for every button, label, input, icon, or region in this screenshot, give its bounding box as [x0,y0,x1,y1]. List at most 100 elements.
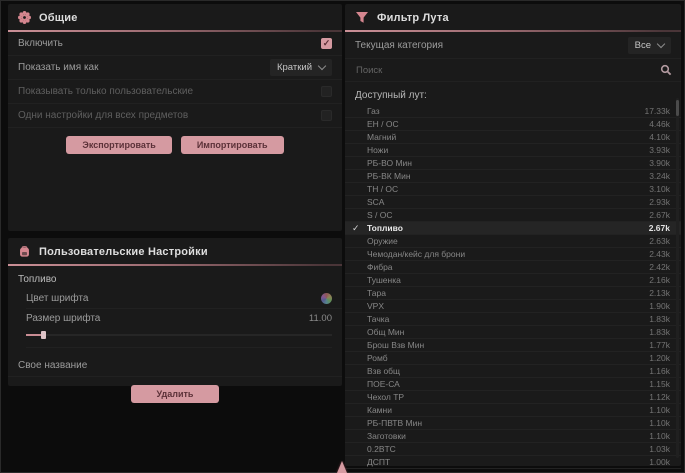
loot-item-name: Топливо [367,223,403,233]
loot-item-count: 1.10k [649,418,670,428]
loot-item-row[interactable]: ✓ Брош Взв Мин 1.77k [345,339,681,352]
export-button[interactable]: Экспортировать [66,136,171,154]
custom-name-input[interactable] [97,359,332,372]
loot-list: ✓ Газ 17.33k ✓ ЕН / ОС 4.46k ✓ Магний 4.… [345,105,681,469]
loot-item-count: 4.46k [649,119,670,129]
loot-item-count: 1.10k [649,431,670,441]
loot-item-row[interactable]: ✓ Тара 2.13k [345,287,681,300]
scrollbar-handle[interactable] [676,100,679,116]
font-color-row: Цвет шрифта [26,289,342,309]
delete-button[interactable]: Удалить [131,385,220,403]
check-icon: ✓ [352,222,360,234]
loot-item-row[interactable]: ✓ РБ-ВК Мин 3.24k [345,170,681,183]
loot-item-row[interactable]: ✓ ТН / ОС 3.10k [345,183,681,196]
loot-item-row[interactable]: ✓ Оружие 2.63k [345,235,681,248]
loot-item-name: Ромб [367,353,388,363]
funnel-icon [355,11,369,24]
loot-item-name: Заготовки [367,431,406,441]
backpack-icon [18,245,31,258]
loot-item-count: 1.83k [649,314,670,324]
loot-item-row[interactable]: ✓ ПОЕ-СА 1.15k [345,378,681,391]
search-input[interactable] [354,64,660,77]
loot-item-name: РБ-ВО Мин [367,158,412,168]
loot-item-count: 2.63k [649,236,670,246]
loot-item-name: Тушенка [367,275,401,285]
selected-item-label: Топливо [8,266,342,289]
loot-item-row[interactable]: ✓ Ножи 3.93k [345,144,681,157]
loot-item-count: 2.67k [649,210,670,220]
loot-item-count: 2.13k [649,288,670,298]
loot-item-row[interactable]: ✓ РБ-ВО Мин 3.90k [345,157,681,170]
loot-scrollbar[interactable] [676,98,679,458]
loot-item-name: ТН / ОС [367,184,398,194]
available-loot-label: Доступный лут: [345,82,681,105]
chevron-down-icon [657,39,665,47]
loot-item-row[interactable]: ✓ Чемодан/кейс для брони 2.43k [345,248,681,261]
loot-item-name: Оружие [367,236,398,246]
search-row [345,58,681,82]
import-button[interactable]: Импортировать [181,136,284,154]
same-for-all-checkbox[interactable] [321,110,332,121]
loot-item-count: 4.10k [649,132,670,142]
loot-item-name: Тара [367,288,386,298]
loot-item-count: 3.90k [649,158,670,168]
loot-item-count: 1.77k [649,340,670,350]
delete-row: Удалить [8,377,342,403]
general-panel: Общие Включить ✓ Показать имя как Кратки… [8,4,342,231]
loot-item-row[interactable]: ✓ Заготовки 1.10k [345,430,681,443]
loot-item-row[interactable]: ✓ VPX 1.90k [345,300,681,313]
slider-handle[interactable] [41,331,46,339]
loot-item-name: Взв общ [367,366,400,376]
loot-filter-panel: Фильтр Лута Текущая категория Все Доступ… [345,4,681,466]
custom-name-label: Свое название [18,360,87,371]
loot-item-row[interactable]: ✓ Топливо 2.67k [345,222,681,235]
display-name-row: Показать имя как Краткий [8,56,342,80]
loot-item-row[interactable]: ✓ Магний 4.10k [345,131,681,144]
color-picker-icon[interactable] [321,293,332,304]
category-value: Все [635,40,651,51]
loot-item-count: 17.33k [644,106,670,116]
loot-item-row[interactable]: ✓ РБ-ПВТВ Мин 1.10k [345,417,681,430]
loot-item-row[interactable]: ✓ Камни 1.10k [345,404,681,417]
loot-item-row[interactable]: ✓ Газ 17.33k [345,105,681,118]
loot-item-count: 1.90k [649,301,670,311]
loot-item-row[interactable]: ✓ Общ Мин 1.83k [345,326,681,339]
display-name-dropdown[interactable]: Краткий [270,59,332,76]
loot-item-count: 1.10k [649,405,670,415]
enable-checkbox[interactable]: ✓ [321,38,332,49]
category-dropdown[interactable]: Все [628,37,671,54]
loot-item-row[interactable]: ✓ SCA 2.93k [345,196,681,209]
loot-item-count: 1.03k [649,444,670,454]
loot-item-name: SCA [367,197,384,207]
custom-name-row: Свое название [8,354,342,377]
loot-item-row[interactable]: ✓ 0.2BTC 1.03k [345,443,681,456]
loot-item-row[interactable]: ✓ ДСПТ 1.00k [345,456,681,469]
only-custom-checkbox[interactable] [321,86,332,97]
loot-item-name: ДСПТ [367,457,390,467]
font-size-row: Размер шрифта 11.00 [26,309,342,328]
loot-item-row[interactable]: ✓ Тачка 1.83k [345,313,681,326]
loot-item-name: 0.2BTC [367,444,396,454]
display-name-value: Краткий [277,62,312,73]
search-icon[interactable] [660,64,672,76]
loot-item-row[interactable]: ✓ Тушенка 2.16k [345,274,681,287]
general-panel-header: Общие [8,4,342,30]
loot-item-row[interactable]: ✓ S / ОС 2.67k [345,209,681,222]
loot-item-name: Чемодан/кейс для брони [367,249,465,259]
loot-item-row[interactable]: ✓ Чехол ТР 1.12k [345,391,681,404]
loot-item-count: 3.93k [649,145,670,155]
loot-item-row[interactable]: ✓ ЕН / ОС 4.46k [345,118,681,131]
loot-item-count: 1.12k [649,392,670,402]
loot-item-name: VPX [367,301,384,311]
loot-panel-title: Фильтр Лута [377,12,449,24]
loot-item-count: 2.43k [649,249,670,259]
font-size-slider[interactable] [26,331,332,348]
loot-item-row[interactable]: ✓ Ромб 1.20k [345,352,681,365]
same-for-all-label: Одни настройки для всех предметов [18,110,188,121]
loot-item-name: Магний [367,132,396,142]
custom-panel-header: Пользовательские Настройки [8,238,342,264]
loot-item-name: Общ Мин [367,327,404,337]
loot-item-name: ЕН / ОС [367,119,399,129]
loot-item-row[interactable]: ✓ Взв общ 1.16k [345,365,681,378]
loot-item-row[interactable]: ✓ Фибра 2.42k [345,261,681,274]
